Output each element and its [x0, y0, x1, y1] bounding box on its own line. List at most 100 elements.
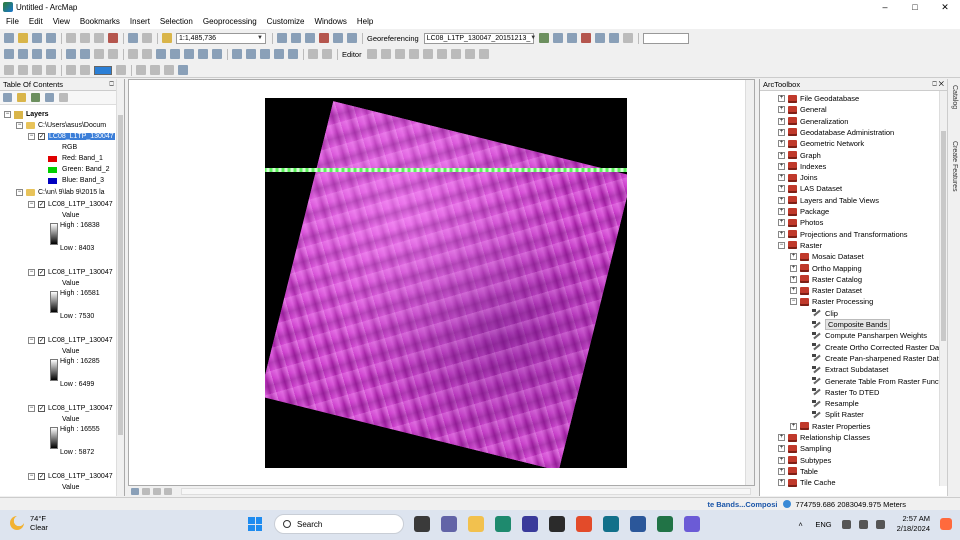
layout-back-icon[interactable] [66, 65, 76, 75]
scrollbar-thumb[interactable] [118, 115, 123, 435]
toc-options-icon[interactable] [59, 93, 68, 102]
collapse-icon[interactable]: − [4, 111, 11, 118]
collapse-icon[interactable]: − [28, 405, 35, 412]
tool-item[interactable]: Raster To DTED [802, 387, 879, 398]
back-icon[interactable] [94, 49, 104, 59]
toolbox-item[interactable]: + Package [778, 206, 829, 217]
excel-icon[interactable] [657, 516, 673, 532]
weather-widget[interactable]: 74°F Clear [10, 514, 48, 532]
battery-icon[interactable] [875, 519, 885, 529]
edge-icon[interactable] [495, 516, 511, 532]
running-tool-status[interactable]: te Bands...Composi [707, 500, 777, 509]
collapse-icon[interactable]: − [790, 298, 797, 306]
toolbox-item[interactable]: + LAS Dataset [778, 183, 842, 194]
expand-icon[interactable]: + [778, 140, 785, 148]
list-by-selection-icon[interactable] [45, 93, 54, 102]
language-indicator[interactable]: ENG [815, 520, 831, 529]
scale-icon[interactable] [566, 33, 577, 43]
toolbox-item[interactable]: + Geometric Network [778, 138, 864, 149]
cut-polygons-icon[interactable] [408, 49, 419, 59]
chevron-up-icon[interactable]: ˄ [798, 520, 807, 529]
expand-icon[interactable]: + [778, 434, 785, 441]
expand-icon[interactable]: + [778, 456, 785, 464]
collapse-icon[interactable]: − [28, 337, 35, 344]
draw-line-icon[interactable] [164, 65, 174, 75]
layout-view-icon[interactable] [142, 487, 150, 495]
select-features-icon[interactable] [128, 49, 138, 59]
toolbox-item[interactable]: + Layers and Table Views [778, 195, 879, 206]
toc-band-layer[interactable]: − ✓ LC08_L1TP_130047 [28, 267, 113, 278]
clock[interactable]: 2:57 AM 2/18/2024 [897, 514, 930, 534]
collapse-icon[interactable]: − [16, 189, 23, 196]
wifi-icon[interactable] [841, 519, 851, 529]
forward-icon[interactable] [108, 49, 118, 59]
menu-insert[interactable]: Insert [130, 17, 150, 26]
menu-geoprocessing[interactable]: Geoprocessing [203, 17, 257, 26]
scrollbar-thumb[interactable] [941, 131, 946, 341]
find-route-icon[interactable] [246, 49, 256, 59]
expand-icon[interactable]: + [778, 445, 785, 453]
fixed-zoom-in-icon[interactable] [66, 49, 76, 59]
add-data-icon[interactable] [162, 33, 172, 43]
map-scale-combo[interactable]: 1:1,485,736 ▼ [176, 32, 266, 44]
toolbox-item[interactable]: + Indexes [778, 161, 826, 172]
expand-icon[interactable]: + [778, 479, 785, 487]
data-view-icon[interactable] [131, 487, 139, 495]
map-view[interactable] [128, 79, 755, 486]
georef-layer-combo[interactable]: LC08_L1TP_130047_20151213_ ▼ [423, 32, 536, 44]
add-control-points-icon[interactable] [580, 33, 591, 43]
measure-icon[interactable] [198, 49, 208, 59]
color-dropdown-icon[interactable] [116, 65, 126, 75]
tool-item[interactable]: Resample [802, 398, 859, 409]
toolbox-item[interactable]: + Raster Properties [790, 421, 870, 432]
expand-icon[interactable]: + [790, 422, 797, 430]
toolbox-item[interactable]: + Projections and Transformations [778, 229, 908, 240]
toolbox-item[interactable]: + Mosaic Dataset [790, 251, 864, 262]
python-window-icon[interactable] [333, 33, 343, 43]
viewer-icon[interactable] [608, 33, 619, 43]
identify-icon[interactable] [170, 49, 180, 59]
link-table-icon[interactable] [594, 33, 605, 43]
toolbox-item[interactable]: + File Geodatabase [778, 93, 859, 104]
layer-combo-icon[interactable] [322, 49, 332, 59]
menu-customize[interactable]: Customize [267, 17, 305, 26]
toolbox-item[interactable]: + Sampling [778, 443, 831, 454]
refresh-icon[interactable] [153, 487, 161, 495]
toolbox-item[interactable]: + General [778, 104, 827, 115]
expand-icon[interactable]: + [790, 275, 797, 283]
undo-icon[interactable] [128, 33, 138, 43]
chrome-icon[interactable] [576, 516, 592, 532]
fixed-zoom-out-icon[interactable] [80, 49, 90, 59]
clear-selection-icon[interactable] [142, 49, 152, 59]
collapse-icon[interactable]: − [28, 269, 35, 276]
zoom-in-icon[interactable] [4, 49, 14, 59]
tool-item[interactable]: Extract Subdataset [802, 364, 888, 375]
expand-icon[interactable]: + [790, 264, 797, 272]
toolbox-item[interactable]: + Subtypes [778, 455, 831, 466]
layout-zoom-out-icon[interactable] [18, 65, 28, 75]
arctoolbox-header-buttons[interactable]: ⎕ ✕ [933, 79, 944, 91]
notification-icon[interactable] [940, 518, 952, 530]
save-icon[interactable] [32, 33, 42, 43]
redo-icon[interactable] [142, 33, 152, 43]
minimize-button[interactable]: – [870, 0, 900, 14]
pan-icon[interactable] [32, 49, 42, 59]
delete-icon[interactable] [108, 33, 118, 43]
toc-band-layer[interactable]: − ✓ LC08_L1TP_130047 [28, 471, 113, 482]
map-vertical-scrollbar[interactable] [745, 80, 754, 485]
zoom-whole-page-icon[interactable] [46, 65, 56, 75]
arctoolbox-icon[interactable] [319, 33, 329, 43]
layout-zoom-in-icon[interactable] [4, 65, 14, 75]
pause-drawing-icon[interactable] [164, 487, 172, 495]
taskbar-search[interactable]: Search [274, 514, 404, 534]
hyperlink-icon[interactable] [212, 49, 222, 59]
tool-item[interactable]: Composite Bands [802, 319, 891, 330]
tool-item[interactable]: Clip [802, 308, 838, 319]
toc-group-1[interactable]: − C:\Users\asus\Docum [16, 120, 106, 131]
toc-band-layer[interactable]: − ✓ LC08_L1TP_130047 [28, 199, 113, 210]
arctoolbox-scrollbar[interactable] [939, 91, 947, 486]
toolbox-item[interactable]: + Raster Dataset [790, 285, 862, 296]
paste-icon[interactable] [94, 33, 104, 43]
store-icon[interactable] [549, 516, 565, 532]
layer-visibility-checkbox[interactable]: ✓ [38, 473, 45, 480]
